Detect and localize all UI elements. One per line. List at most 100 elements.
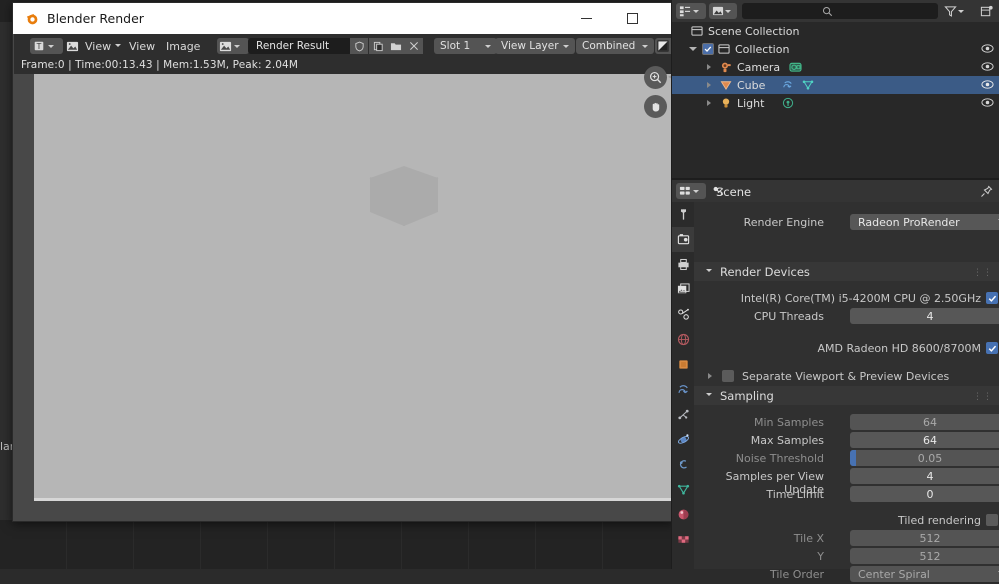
time-limit-value: 0 <box>926 487 934 501</box>
outliner-display-mode-button[interactable] <box>676 3 706 19</box>
render-canvas-area[interactable] <box>14 66 674 520</box>
mesh-data-icon[interactable] <box>802 79 814 94</box>
tiled-rendering-checkbox[interactable] <box>986 514 998 526</box>
light-data-icon[interactable] <box>782 97 794 112</box>
tile-y-field[interactable]: 512 <box>850 548 999 564</box>
image-datablock-browse-button[interactable] <box>217 38 249 54</box>
tab-constraints[interactable] <box>672 452 694 477</box>
menu-view-1[interactable]: View <box>85 40 111 53</box>
render-pass-select[interactable]: Combined <box>576 38 654 54</box>
cpu-threads-field[interactable]: 4 <box>850 308 999 324</box>
tab-modifiers[interactable] <box>672 377 694 402</box>
outliner-row-collection[interactable]: Collection <box>672 40 999 58</box>
physics-orbit-icon <box>677 434 689 444</box>
render-engine-select[interactable]: Radeon ProRender <box>850 214 999 230</box>
light-object-icon <box>720 97 732 112</box>
visibility-eye-icon[interactable] <box>981 97 994 111</box>
min-samples-row: Min Samples 64 <box>694 414 999 432</box>
disclosure-triangle-open-icon[interactable] <box>689 47 697 51</box>
tab-object[interactable] <box>672 352 694 377</box>
min-samples-field[interactable]: 64 <box>850 414 999 430</box>
tab-scene[interactable] <box>672 302 694 327</box>
new-collection-button[interactable] <box>977 3 995 19</box>
visibility-eye-icon[interactable] <box>981 43 994 57</box>
time-limit-field[interactable]: 0 <box>850 486 999 502</box>
outliner-row-cube[interactable]: Cube <box>672 76 999 94</box>
outliner-row-light[interactable]: Light <box>672 94 999 112</box>
section-grip-dots: ⋮⋮ <box>973 268 993 278</box>
scene-collection-icon <box>691 25 703 40</box>
menu-image[interactable]: Image <box>166 40 200 53</box>
sampling-section-header[interactable]: Sampling ⋮⋮ <box>694 386 999 405</box>
separate-viewport-checkbox[interactable] <box>722 370 734 382</box>
render-window-titlebar[interactable]: Blender Render <box>13 3 684 34</box>
window-minimize-button[interactable] <box>563 3 609 34</box>
tab-data[interactable] <box>672 477 694 502</box>
properties-browse-button[interactable] <box>676 183 706 199</box>
collection-enable-checkbox[interactable] <box>702 43 714 55</box>
disclosure-triangle-icon[interactable] <box>708 373 712 379</box>
funnel-filter-button[interactable] <box>944 3 972 19</box>
blender-render-window: Blender Render T View View Image Render … <box>12 2 684 522</box>
visibility-eye-icon[interactable] <box>981 79 994 93</box>
cpu-device-checkbox[interactable] <box>986 292 998 304</box>
tab-particles[interactable] <box>672 402 694 427</box>
camera-data-icon[interactable] <box>789 61 802 76</box>
fake-user-shield-icon[interactable] <box>350 38 368 54</box>
modifier-wrench-icon <box>677 385 688 394</box>
samples-per-view-update-value: 4 <box>926 469 934 483</box>
tab-physics[interactable] <box>672 427 694 452</box>
tab-output[interactable] <box>672 252 694 277</box>
tab-tool[interactable] <box>672 202 694 227</box>
open-image-folder-icon[interactable] <box>387 38 405 54</box>
render-devices-section-header[interactable]: Render Devices ⋮⋮ <box>694 262 999 281</box>
window-maximize-button[interactable] <box>609 3 655 34</box>
max-samples-field[interactable]: 64 <box>850 432 999 448</box>
disclosure-triangle-icon[interactable] <box>707 100 711 106</box>
tile-x-field[interactable]: 512 <box>850 530 999 546</box>
tab-view-layer[interactable] <box>672 277 694 302</box>
image-mode-icon[interactable] <box>66 38 82 54</box>
menu-view-2[interactable]: View <box>129 40 155 53</box>
tile-y-row: Y 512 <box>694 548 999 566</box>
editor-type-button[interactable]: T <box>30 38 63 54</box>
id-type-filter-button[interactable] <box>709 3 737 19</box>
properties-header: Scene <box>672 180 999 202</box>
view-layer-images-icon <box>677 283 690 294</box>
tab-render[interactable] <box>672 227 694 252</box>
image-datablock-name[interactable]: Render Result <box>248 38 352 54</box>
samples-per-view-update-field[interactable]: 4 <box>850 468 999 484</box>
section-collapse-arrow-icon <box>706 393 712 396</box>
min-samples-value: 64 <box>923 415 937 429</box>
outliner-row-camera[interactable]: Camera <box>672 58 999 76</box>
separate-viewport-row[interactable]: Separate Viewport & Preview Devices <box>694 367 999 385</box>
hand-pan-icon[interactable] <box>644 95 667 118</box>
background-timeline <box>0 520 672 569</box>
outliner-search-input[interactable] <box>742 3 938 19</box>
disclosure-triangle-icon[interactable] <box>707 82 711 88</box>
chevron-down-icon <box>563 44 569 48</box>
gpu-device-checkbox[interactable] <box>986 342 998 354</box>
unlink-close-x-icon[interactable] <box>405 38 423 54</box>
tab-texture[interactable] <box>672 527 694 552</box>
noise-threshold-slider[interactable]: 0.05 <box>850 450 999 466</box>
tab-material[interactable] <box>672 502 694 527</box>
sampling-section-title: Sampling <box>720 389 774 403</box>
disclosure-triangle-icon[interactable] <box>707 64 711 70</box>
visibility-eye-icon[interactable] <box>981 61 994 75</box>
separate-viewport-label: Separate Viewport & Preview Devices <box>742 369 950 383</box>
tile-order-select[interactable]: Center Spiral <box>850 566 999 582</box>
render-status-strip: Frame:0 | Time:00:13.43 | Mem:1.53M, Pea… <box>14 57 672 74</box>
tile-order-label: Tile Order <box>769 568 824 581</box>
render-result-image[interactable] <box>34 74 674 498</box>
zoom-in-icon[interactable] <box>644 66 667 89</box>
modifier-icon[interactable] <box>782 79 794 94</box>
tab-world[interactable] <box>672 327 694 352</box>
render-slot-select[interactable]: Slot 1 <box>434 38 497 54</box>
gpu-device-row: AMD Radeon HD 8600/8700M <box>694 340 999 358</box>
view-layer-select[interactable]: View Layer <box>495 38 575 54</box>
new-image-copy-icon[interactable] <box>369 38 387 54</box>
outliner-row-scene-collection[interactable]: Scene Collection <box>672 22 999 40</box>
camera-icon <box>720 61 732 76</box>
pin-icon[interactable] <box>980 185 993 201</box>
